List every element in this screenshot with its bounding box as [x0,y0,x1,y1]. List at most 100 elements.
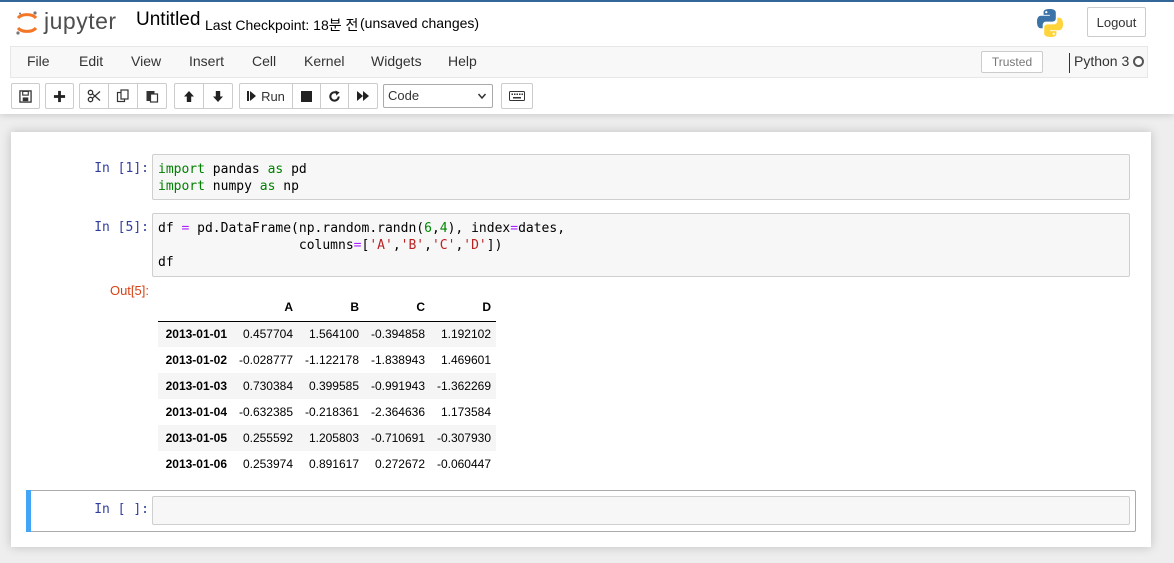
column-header: C [364,294,430,322]
table-row: 2013-01-01 0.457704 1.564100 -0.394858 1… [158,321,496,347]
jupyter-logo-icon [16,11,38,35]
code-cell-input[interactable]: import pandas as pd import numpy as np [152,154,1130,200]
jupyter-logo-text: jupyter [44,8,117,34]
run-group: Run [239,83,378,109]
save-group [11,83,40,109]
table-cell: -0.028777 [238,353,293,367]
table-cell: -1.838943 [370,353,425,367]
table-cell: 1.173584 [440,405,491,419]
restart-run-all-button[interactable] [348,83,378,109]
notebook-header: jupyter Untitled Last Checkpoint: 18분 전 … [0,0,1174,114]
column-header: D [430,294,496,322]
table-cell: 1.192102 [440,327,491,342]
save-button[interactable] [11,83,40,109]
header-top-line [0,0,1174,2]
menu-help[interactable]: Help [448,53,477,69]
keyboard-icon [509,91,525,101]
code-line: df [158,255,174,270]
notebook-name[interactable]: Untitled [136,9,200,31]
code-line: columns=['A','B','C','D']) [158,238,503,253]
table-row: 2013-01-02 -0.028777 -1.122178 -1.838943… [158,347,496,373]
paste-button[interactable] [137,83,167,109]
table-cell: 1.205803 [308,431,359,445]
table-cell: -0.060447 [436,457,491,471]
output-prompt: Out[5]: [109,283,149,298]
code-line: import pandas as pd [158,162,307,177]
command-palette-button[interactable] [501,83,533,109]
code-cell-input[interactable]: df = pd.DataFrame(np.random.randn(6,4), … [152,213,1130,277]
python-logo-icon [1037,9,1063,37]
notebook-container: In [1]: import pandas as pd import numpy… [11,132,1151,547]
row-index: 2013-01-06 [165,457,227,471]
table-cell: -1.362269 [436,379,491,393]
floppy-disk-icon [19,89,32,103]
autosave-status: (unsaved changes) [360,15,480,31]
menu-edit[interactable]: Edit [79,53,103,69]
table-cell: 1.564100 [308,327,359,342]
cut-button[interactable] [79,83,109,109]
menu-kernel[interactable]: Kernel [304,53,344,69]
table-cell: -0.991943 [370,379,425,393]
code-line: import numpy as np [158,179,299,194]
restart-kernel-button[interactable] [320,83,349,109]
table-row: 2013-01-06 0.253974 0.891617 0.272672 -0… [158,451,496,477]
checkpoint-status: Last Checkpoint: 18분 전 [205,17,359,33]
trusted-indicator[interactable]: Trusted [981,51,1043,73]
row-index: 2013-01-01 [165,327,227,342]
logout-button[interactable]: Logout [1087,7,1146,37]
jupyter-logo[interactable]: jupyter [14,8,124,36]
copy-button[interactable] [108,83,138,109]
interrupt-kernel-button[interactable] [292,83,321,109]
code-cell-input[interactable] [152,496,1130,525]
table-cell: -0.394858 [370,327,425,342]
code-line: df = pd.DataFrame(np.random.randn(6,4), … [158,221,566,236]
move-group [174,83,233,109]
input-prompt: In [5]: [94,220,149,235]
table-cell: -1.122178 [304,353,359,367]
insert-cell-below-button[interactable] [45,83,74,109]
step-forward-icon [247,91,257,101]
menu-widgets[interactable]: Widgets [371,53,422,69]
move-up-button[interactable] [174,83,204,109]
column-header: A [232,294,298,322]
run-button-label: Run [261,88,285,104]
row-index: 2013-01-03 [165,379,227,393]
input-prompt: In [1]: [94,161,149,176]
cell-type-select[interactable]: Code [383,84,493,108]
table-cell: 0.253974 [242,457,293,471]
table-cell: 0.255592 [242,431,293,445]
table-row: 2013-01-03 0.730384 0.399585 -0.991943 -… [158,373,496,399]
plus-icon [53,90,66,102]
table-cell: 0.730384 [242,379,293,393]
menu-cell[interactable]: Cell [252,53,276,69]
menubar: File Edit View Insert Cell Kernel Widget… [10,46,1148,78]
copy-icon [116,89,129,103]
kernel-name: Python 3 [1074,53,1130,69]
table-cell: 0.891617 [308,457,359,471]
chevron-down-icon [478,93,486,100]
scissors-icon [87,89,101,103]
move-down-button[interactable] [203,83,233,109]
row-index: 2013-01-02 [165,353,227,367]
run-button[interactable]: Run [239,83,293,109]
table-cell: 0.457704 [242,327,293,342]
table-cell: -0.307930 [436,431,491,445]
kernel-separator [1069,53,1070,73]
table-cell: 0.272672 [374,457,425,471]
arrow-down-icon [213,90,223,102]
table-row: 2013-01-04 -0.632385 -0.218361 -2.364636… [158,399,496,425]
table-cell: 1.469601 [440,353,491,367]
table-cell: 0.399585 [308,379,359,393]
table-row: 2013-01-05 0.255592 1.205803 -0.710691 -… [158,425,496,451]
row-index: 2013-01-05 [165,431,227,445]
kernel-idle-indicator-icon [1133,56,1144,67]
menu-file[interactable]: File [27,53,50,69]
table-cell: -2.364636 [370,405,425,419]
menu-view[interactable]: View [131,53,161,69]
menu-insert[interactable]: Insert [189,53,224,69]
clipboard-group [79,83,167,109]
table-cell: -0.710691 [370,431,425,445]
index-header [158,294,232,322]
insert-group [45,83,74,109]
table-cell: -0.218361 [304,405,359,419]
